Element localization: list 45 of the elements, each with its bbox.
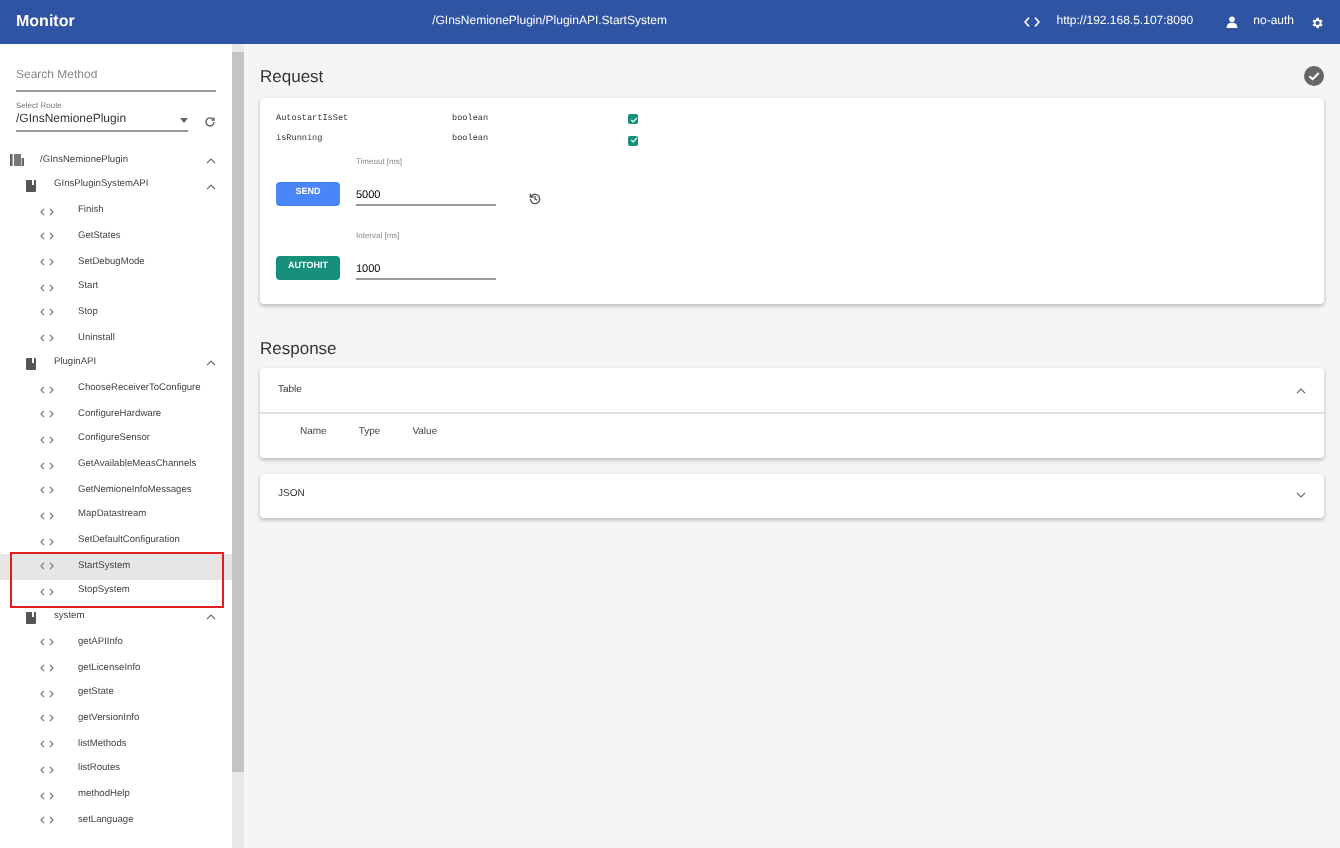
checkbox[interactable] bbox=[628, 114, 638, 125]
code-icon bbox=[40, 816, 54, 825]
library-icon bbox=[10, 154, 24, 167]
code-icon bbox=[40, 740, 54, 749]
code-icon bbox=[40, 461, 54, 470]
code-icon bbox=[40, 588, 54, 597]
code-icon bbox=[40, 664, 54, 673]
chevron-icon[interactable] bbox=[1296, 492, 1306, 499]
code-icon bbox=[40, 334, 54, 343]
code-icon bbox=[40, 537, 54, 546]
book-icon bbox=[26, 357, 36, 370]
code-icon bbox=[40, 283, 54, 292]
code-icon bbox=[40, 308, 54, 317]
request-heading: Request bbox=[260, 64, 324, 90]
code-icon bbox=[40, 410, 54, 419]
book-icon bbox=[26, 180, 36, 193]
code-icon bbox=[40, 689, 54, 698]
code-icon bbox=[40, 232, 54, 241]
code-icon bbox=[40, 207, 54, 216]
code-icon bbox=[40, 511, 54, 520]
history-icon[interactable] bbox=[528, 191, 542, 206]
code-icon bbox=[1024, 16, 1041, 28]
code-icon bbox=[40, 486, 54, 495]
code-icon bbox=[40, 435, 54, 444]
book-icon bbox=[26, 611, 36, 624]
response-heading: Response bbox=[260, 335, 339, 361]
caret-icon bbox=[180, 118, 188, 124]
refresh-icon[interactable] bbox=[204, 116, 216, 128]
check-circle-icon bbox=[1304, 66, 1324, 87]
code-icon bbox=[40, 791, 54, 800]
chevron-icon[interactable] bbox=[206, 157, 216, 164]
settings-icon[interactable] bbox=[1310, 15, 1324, 29]
code-icon bbox=[40, 385, 54, 394]
app-title: Monitor bbox=[16, 10, 75, 34]
person-icon bbox=[1225, 16, 1238, 28]
chevron-icon[interactable] bbox=[1296, 387, 1306, 394]
code-icon bbox=[40, 765, 54, 774]
chevron-icon[interactable] bbox=[206, 183, 216, 190]
code-icon bbox=[40, 258, 54, 267]
code-icon bbox=[40, 638, 54, 647]
chevron-icon[interactable] bbox=[206, 360, 216, 367]
code-icon bbox=[40, 562, 54, 571]
checkbox[interactable] bbox=[628, 135, 638, 146]
code-icon bbox=[40, 714, 54, 723]
chevron-icon[interactable] bbox=[206, 614, 216, 621]
